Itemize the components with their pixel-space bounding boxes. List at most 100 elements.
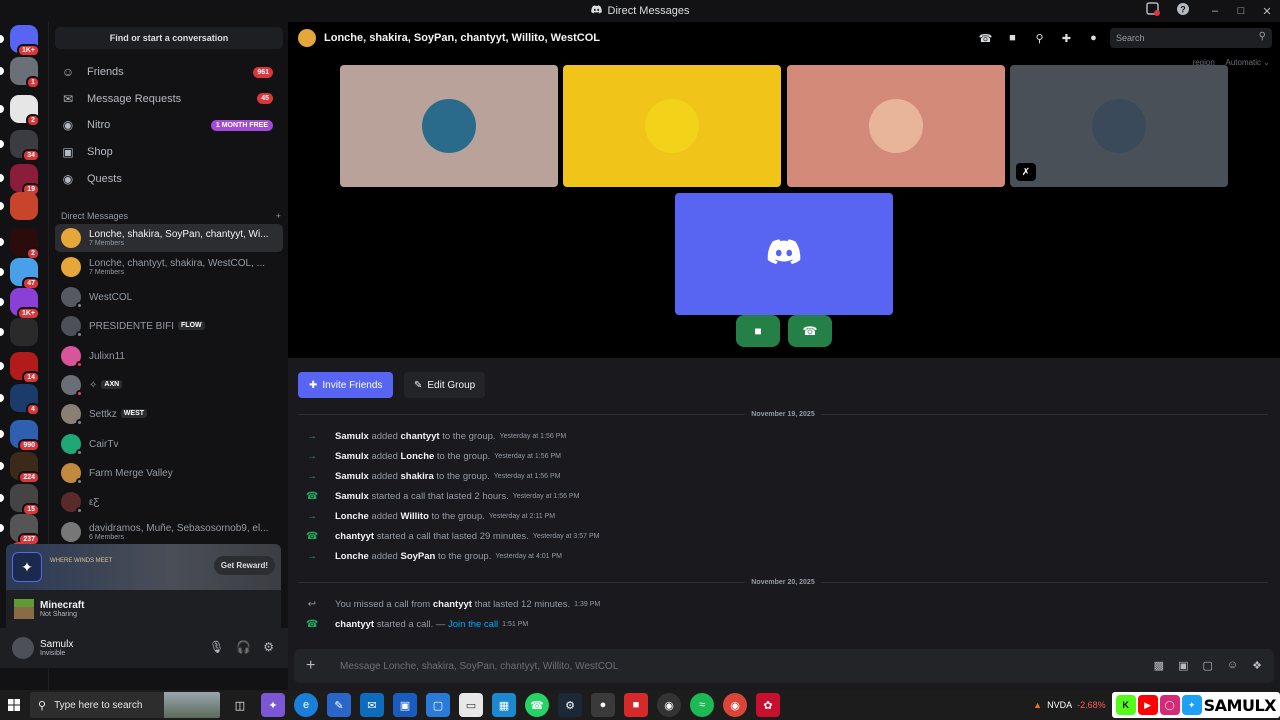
obs-icon[interactable]: ◉	[657, 693, 681, 717]
discord-taskbar-icon[interactable]: ●	[591, 693, 615, 717]
whatsapp-icon[interactable]: ☎	[525, 693, 549, 717]
server-icon[interactable]: 2	[0, 228, 40, 260]
participant-tile[interactable]	[787, 65, 1005, 187]
voice-call-icon[interactable]: ☎	[977, 30, 994, 46]
dm-list-item[interactable]: Lonche, shakira, SoyPan, chantyyt, Wi...…	[55, 224, 283, 252]
store-icon[interactable]: ▣	[393, 693, 417, 717]
dm-list-item[interactable]: Farm Merge Valley	[55, 459, 283, 487]
server-icon[interactable]: 2	[0, 95, 40, 127]
server-icon[interactable]: 990	[0, 420, 40, 452]
steam-icon[interactable]: ⚙	[558, 693, 582, 717]
pin-icon[interactable]: ⚲	[1031, 30, 1048, 46]
actor-name[interactable]: Samulx	[335, 451, 369, 462]
ongoing-actor[interactable]: chantyyt	[335, 619, 374, 630]
server-icon[interactable]: 15	[0, 484, 40, 516]
taskbar-search-input[interactable]: ⚲ Type here to search	[30, 692, 220, 718]
search-input[interactable]: Search ⚲	[1110, 28, 1272, 48]
message-composer[interactable]: + Message Lonche, shakira, SoyPan, chant…	[294, 649, 1274, 683]
dm-list-item[interactable]: εƸ	[55, 488, 283, 516]
dm-list-item[interactable]: Lonche, chantyyt, shakira, WestCOL, ... 7…	[55, 253, 283, 281]
server-icon[interactable]: 1	[0, 57, 40, 89]
emoji-icon[interactable]: ☺	[1227, 659, 1238, 672]
dm-list-item[interactable]: Settkz WEST	[55, 400, 283, 428]
server-icon[interactable]	[0, 318, 38, 346]
red-app-icon[interactable]: ■	[624, 693, 648, 717]
notepad-icon[interactable]: ▭	[459, 693, 483, 717]
find-conversation-button[interactable]: Find or start a conversation	[55, 27, 283, 49]
participant-tile[interactable]	[340, 65, 558, 187]
server-icon[interactable]: 14	[0, 352, 40, 384]
edit-group-button[interactable]: ✎ Edit Group	[404, 372, 486, 398]
dm-list-item[interactable]: CairTv	[55, 430, 283, 458]
headphones-icon[interactable]: 🎧	[236, 640, 251, 654]
edge-icon[interactable]: e	[294, 693, 318, 717]
dm-list-item[interactable]: ✧ AXN	[55, 371, 283, 399]
gift-icon[interactable]: ▩	[1154, 659, 1164, 672]
spotify-icon[interactable]: ≈	[690, 693, 714, 717]
server-icon[interactable]: 34	[0, 130, 40, 162]
server-icon[interactable]	[0, 192, 38, 220]
server-icon[interactable]: 19	[0, 164, 40, 196]
inbox-icon[interactable]	[1146, 2, 1162, 18]
target-name[interactable]: SoyPan	[400, 551, 435, 562]
target-name[interactable]: Willito	[400, 511, 428, 522]
invite-friends-button[interactable]: ✚ Invite Friends	[298, 372, 394, 398]
stock-widget[interactable]: ▲ NVDA -2.68%	[1033, 700, 1105, 710]
pen-app-icon[interactable]: ✎	[327, 693, 351, 717]
microphone-icon[interactable]: 🎙	[209, 640, 224, 654]
target-name[interactable]: shakira	[401, 471, 434, 482]
join-video-button[interactable]: ■	[736, 315, 780, 347]
get-reward-button[interactable]: Get Reward!	[213, 556, 275, 575]
participant-tile[interactable]: ✗	[1010, 65, 1228, 187]
dm-list-item[interactable]: WestCOL	[55, 283, 283, 311]
video-call-icon[interactable]: ■	[1004, 30, 1021, 46]
server-icon[interactable]: 224	[0, 452, 40, 484]
gif-icon[interactable]: ▣	[1178, 659, 1188, 672]
participant-tile[interactable]	[563, 65, 781, 187]
apps-icon[interactable]: ❖	[1252, 659, 1262, 672]
dm-list-item[interactable]: Julixn11	[55, 342, 283, 370]
close-icon[interactable]: ✕	[1254, 5, 1280, 18]
sidebar-item-nitro[interactable]: ◉ Nitro 1 MONTH FREE	[55, 113, 283, 137]
create-dm-button[interactable]: +	[276, 211, 281, 221]
self-video-tile[interactable]	[675, 193, 893, 315]
actor-name[interactable]: chantyyt	[335, 531, 374, 542]
sidebar-item-message-requests[interactable]: ✉ Message Requests 45	[55, 87, 283, 111]
windows-start-icon[interactable]	[0, 690, 28, 720]
photos-icon[interactable]: ▦	[492, 693, 516, 717]
actor-name[interactable]: Samulx	[335, 491, 369, 502]
server-icon[interactable]: 1K+	[0, 288, 40, 320]
server-icon[interactable]: 47	[0, 258, 40, 290]
actor-name[interactable]: Lonche	[335, 511, 369, 522]
add-attachment-icon[interactable]: +	[306, 657, 324, 675]
sidebar-item-quests[interactable]: ◉ Quests	[55, 167, 283, 191]
actor-name[interactable]: Samulx	[335, 431, 369, 442]
server-icon[interactable]: 1K+	[0, 25, 40, 57]
actor-name[interactable]: Lonche	[335, 551, 369, 562]
settings-gear-icon[interactable]: ⚙	[263, 640, 274, 654]
add-member-icon[interactable]: ✚	[1058, 30, 1075, 46]
dm-list-item[interactable]: PRESIDENTE BIFI FLOW	[55, 312, 283, 340]
minimize-icon[interactable]: –	[1202, 5, 1228, 17]
server-icon[interactable]: 4	[0, 384, 40, 416]
avatar[interactable]	[12, 637, 34, 659]
help-icon[interactable]: ?	[1176, 2, 1192, 18]
actor-name[interactable]: Samulx	[335, 471, 369, 482]
target-name[interactable]: chantyyt	[401, 431, 440, 442]
chrome-icon[interactable]: ◉	[723, 693, 747, 717]
task-view-icon[interactable]: ◫	[228, 693, 252, 717]
join-voice-button[interactable]: ☎	[788, 315, 832, 347]
members-icon[interactable]: ●	[1085, 30, 1102, 46]
missed-actor[interactable]: chantyyt	[433, 599, 472, 610]
copilot-icon[interactable]: ✦	[261, 693, 285, 717]
target-name[interactable]: Lonche	[401, 451, 435, 462]
sidebar-item-shop[interactable]: ▣ Shop	[55, 140, 283, 164]
server-icon[interactable]: 237	[0, 514, 40, 546]
mail-icon[interactable]: ✉	[360, 693, 384, 717]
sidebar-item-friends[interactable]: ☺ Friends 961	[55, 60, 283, 84]
sticker-icon[interactable]: ▢	[1202, 659, 1212, 672]
dm-list-item[interactable]: davidramos, Muñe, Sebasosornob9, el... 6 …	[55, 518, 283, 546]
maximize-icon[interactable]: □	[1228, 5, 1254, 17]
join-call-link[interactable]: Join the call	[448, 619, 498, 630]
window-app-icon[interactable]: ▢	[426, 693, 450, 717]
